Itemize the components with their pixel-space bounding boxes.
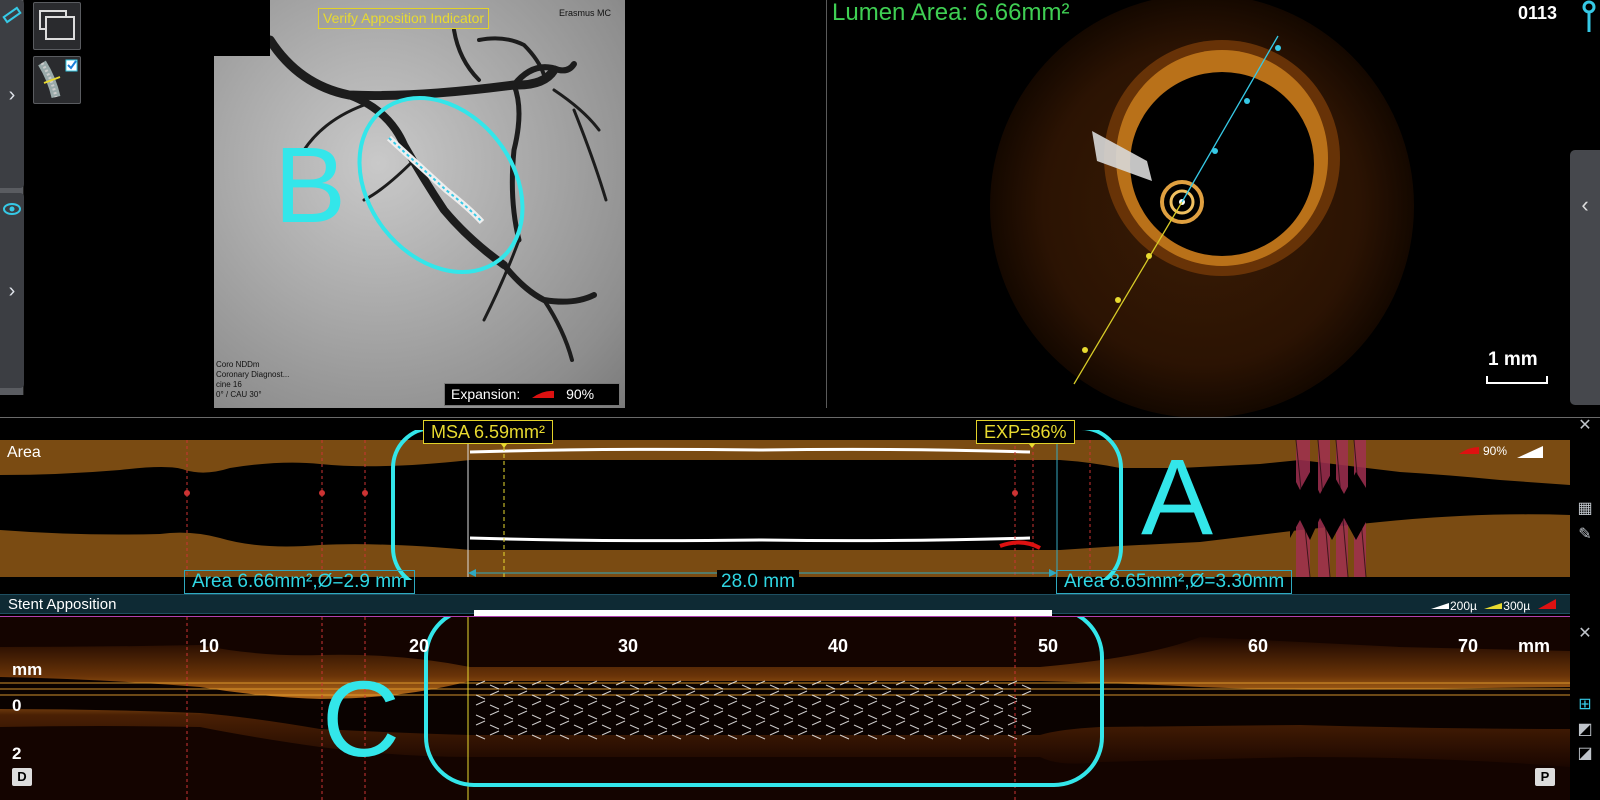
verify-apposition-title: Verify Apposition Indicator [318, 8, 490, 29]
msa-label: MSA 6.59mm² [423, 420, 554, 444]
ruler-icon[interactable] [2, 4, 22, 26]
exp-label: EXP=86% [976, 420, 1075, 444]
annotation-label-b: B [274, 124, 347, 245]
expansion-value: 90% [566, 386, 595, 402]
depth-zero-label: 0 [12, 696, 22, 715]
acquisition-info: Coro NDDm Coronary Diagnost... cine 16 0… [216, 360, 289, 400]
proximal-end-tag: P [1535, 768, 1555, 786]
depth-tick-label: 40 [827, 636, 849, 656]
stent-length-readout: 28.0 mm [717, 570, 799, 594]
stent-overlay-toggle[interactable] [33, 56, 81, 104]
apposition-legend-300: 300µ [1503, 599, 1531, 613]
acquisition-info-line: cine 16 [216, 380, 242, 389]
depth-tick-label: 10 [198, 636, 220, 656]
apposition-legend: 200µ 300µ [1430, 598, 1557, 613]
depth-unit-label: mm [12, 660, 43, 679]
pen-icon[interactable]: ✎ [1572, 523, 1598, 547]
expansion-label: Expansion: [451, 386, 521, 402]
apposition-red-swatch [1537, 599, 1556, 609]
apposition-yellow-swatch [1484, 603, 1503, 609]
collapse-right-panel-tab[interactable]: ‹ [1570, 150, 1600, 405]
annotation-label-c: C [322, 658, 400, 779]
area-legend-white-swatch [1517, 445, 1544, 458]
length-unit-label: mm [1518, 636, 1551, 656]
area-graph-label: Area [7, 444, 41, 461]
depth-tick-label: 30 [617, 636, 639, 656]
panel-divider [826, 0, 827, 408]
expand-chevron-icon[interactable]: › [2, 84, 22, 106]
area-legend: 90% [1458, 444, 1544, 459]
depth-tick-label: 20 [408, 636, 430, 656]
add-marker-icon[interactable]: ⊞ [1572, 693, 1598, 717]
panel-divider [0, 417, 1600, 418]
angiography-view[interactable]: Verify Apposition Indicator Erasmus MC C… [214, 0, 625, 408]
area-legend-value: 90% [1483, 444, 1508, 458]
longitudinal-view[interactable] [0, 617, 1570, 800]
close-icon[interactable]: ✕ [1572, 622, 1598, 646]
tool-panel [31, 0, 83, 110]
depth-two-label: 2 [12, 744, 22, 763]
stent-apposition-title: Stent Apposition [8, 596, 117, 613]
left-sidebar: › › [0, 0, 24, 395]
scale-label: 1 mm [1488, 349, 1538, 370]
acquisition-info-line: Coronary Diagnost... [216, 370, 290, 379]
angio-mask-corner [214, 0, 270, 56]
grid-icon[interactable]: ▦ [1572, 497, 1598, 521]
layout-windows-button[interactable] [33, 2, 81, 50]
frame-number: 0113 [1518, 3, 1558, 23]
area-legend-red-swatch [1459, 447, 1479, 454]
depth-tick-label: 70 [1457, 636, 1479, 656]
oct-cross-section[interactable] [982, 0, 1422, 426]
lumen-area-readout: Lumen Area: 6.66mm² [832, 0, 1070, 26]
wrench-icon[interactable] [1578, 0, 1600, 34]
bookmark-icon[interactable]: ◪ [1572, 742, 1598, 766]
annotation-label-a: A [1141, 436, 1214, 557]
apposition-legend-200: 200µ [1450, 599, 1477, 613]
acquisition-info-line: 0° / CAU 30° [216, 390, 262, 399]
bookmark-icon[interactable]: ◩ [1572, 718, 1598, 742]
expansion-legend: Expansion: 90% [444, 383, 620, 406]
distal-reference-measure: Area 8.65mm²,Ø=3.30mm [1056, 570, 1293, 594]
expansion-red-swatch [532, 390, 555, 398]
proximal-reference-measure: Area 6.66mm²,Ø=2.9 mm [184, 570, 415, 594]
eye-icon[interactable] [2, 198, 22, 220]
acquisition-info-line: Coro NDDm [216, 360, 260, 369]
area-profile-graph[interactable] [0, 430, 1570, 580]
depth-tick-label: 50 [1037, 636, 1059, 656]
distal-end-tag: D [12, 768, 32, 786]
institution-label: Erasmus MC [558, 8, 611, 18]
depth-tick-label: 60 [1247, 636, 1269, 656]
apposition-white-swatch [1431, 603, 1449, 609]
expand-chevron-icon[interactable]: › [2, 280, 22, 302]
close-icon[interactable]: ✕ [1572, 414, 1598, 438]
scale-bar [1486, 376, 1548, 384]
oct-review-screen: › › Verify Apposition Indicator Erasmus … [0, 0, 1600, 800]
